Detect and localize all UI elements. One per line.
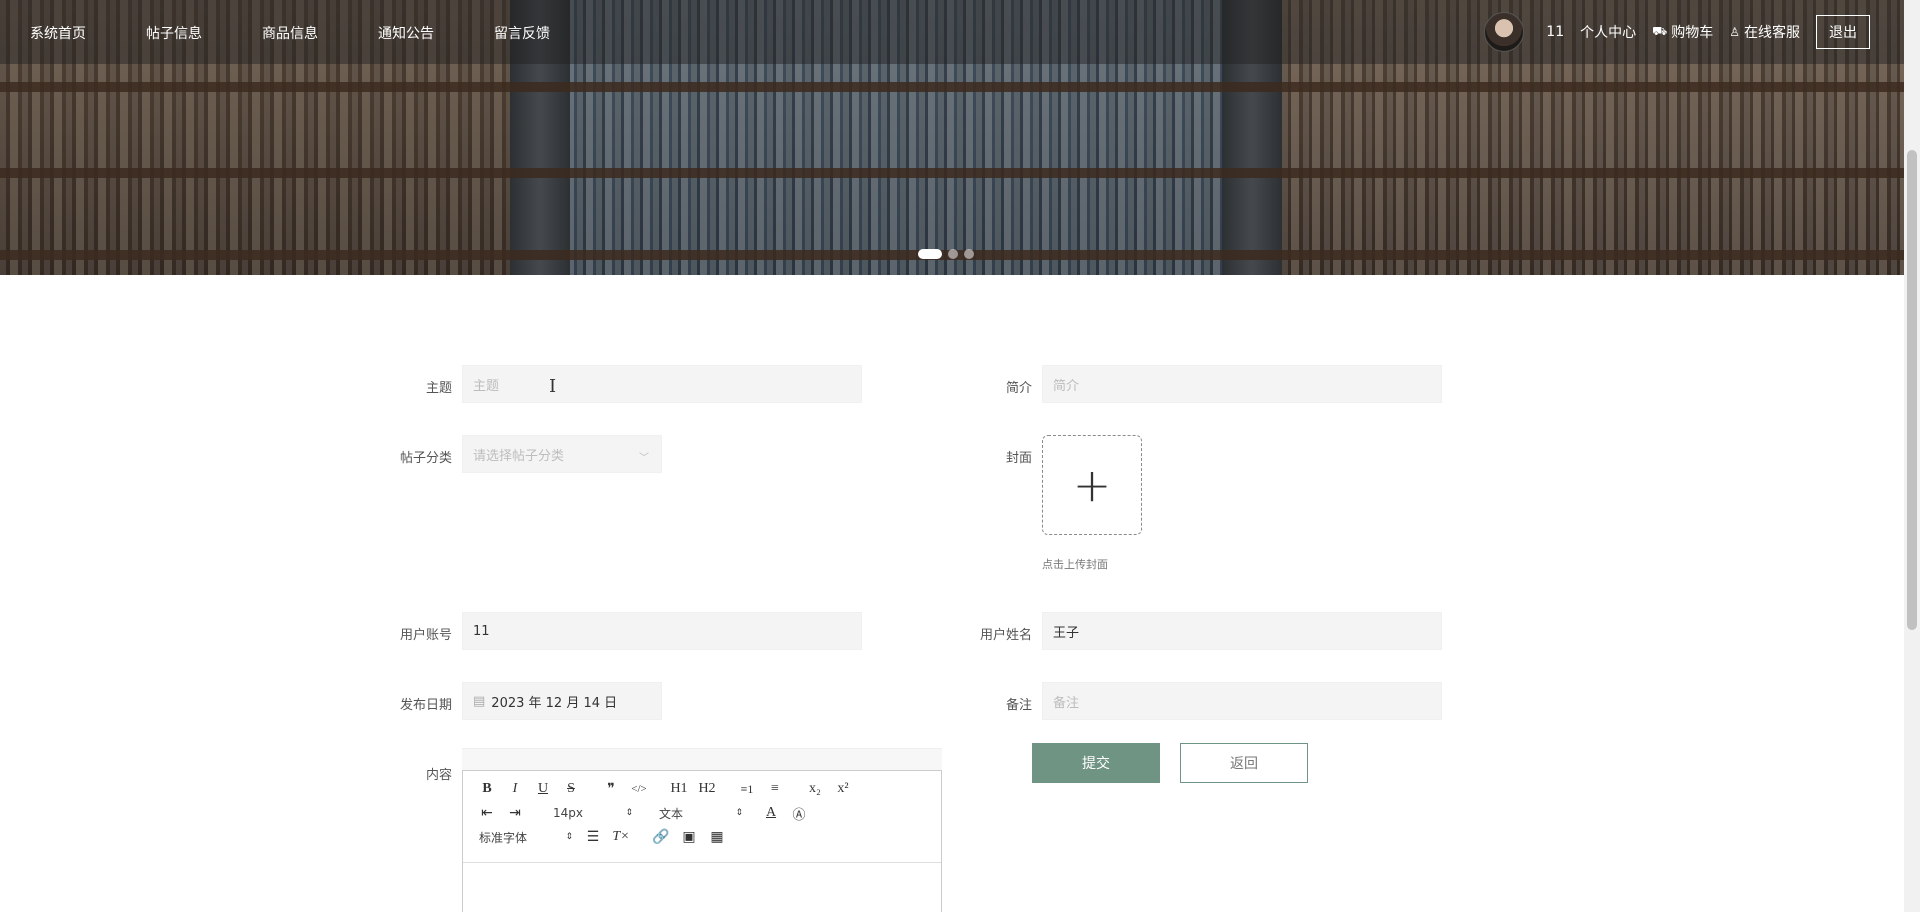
truck-icon: ⛟ [1652,24,1668,38]
remark-input[interactable]: 备注 [1042,682,1442,720]
account-value: 11 [473,623,490,639]
category-placeholder: 请选择帖子分类 [473,448,565,464]
video-icon[interactable]: ▦ [703,826,731,848]
rich-text-editor: B I U S ❞ </> H1 H2 ≡1 ≡ x₂ x² ⇤ ⇥ 14px … [462,770,942,912]
category-select[interactable]: 请选择帖子分类 ﹀ [462,435,662,473]
calendar-icon: ▤ [473,693,486,709]
italic-icon[interactable]: I [501,778,529,800]
page-scrollbar[interactable] [1904,0,1920,912]
heading1-icon[interactable]: H1 [665,778,693,800]
strike-icon[interactable]: S [557,778,585,800]
intro-placeholder: 简介 [1053,378,1080,394]
nav-item-products[interactable]: 商品信息 [262,23,318,43]
title-placeholder: 主题 [473,378,500,394]
title-input[interactable]: 主题 [462,365,862,403]
cover-label: 封面 [1005,451,1032,466]
underline-icon[interactable]: U [529,778,557,800]
link-icon[interactable]: 🔗 [647,826,675,848]
account-input[interactable]: 11 [462,612,862,650]
background-color-icon[interactable]: Ⓐ [785,802,813,824]
block-type-select[interactable]: 文本 ⇕ [639,802,749,824]
outdent-icon[interactable]: ⇤ [473,802,501,824]
bullet-list-icon[interactable]: ≡ [761,778,789,800]
top-navigation: 系统首页 帖子信息 商品信息 通知公告 留言反馈 11 个人中心 ⛟ 购物车 ♙… [0,0,1904,64]
cart-label: 购物车 [1671,25,1714,41]
updown-icon: ⇕ [625,808,633,818]
username-label: 用户姓名 [979,628,1032,643]
ordered-list-icon[interactable]: ≡1 [733,778,761,800]
updown-icon: ⇕ [735,808,743,818]
toolbar-row: 标准字体 ⇕ ☰ T× 🔗 ▣ ▦ [473,825,931,849]
font-family-select[interactable]: 标准字体 ⇕ [473,826,579,848]
editor-content-area[interactable] [463,863,941,912]
toolbar-row: ⇤ ⇥ 14px ⇕ 文本 ⇕ A Ⓐ [473,801,931,825]
submit-button[interactable]: 提交 [1032,743,1160,783]
font-size-value: 14px [553,806,583,820]
remark-placeholder: 备注 [1053,695,1080,711]
back-button[interactable]: 返回 [1180,743,1308,783]
align-icon[interactable]: ☰ [579,826,607,848]
shelf-line [0,82,1904,92]
block-type-value: 文本 [659,806,684,821]
intro-input[interactable]: 简介 [1042,365,1442,403]
user-icon: ♙ [1729,25,1740,39]
account-label: 用户账号 [399,628,452,643]
avatar[interactable] [1484,12,1525,52]
carousel-dot[interactable] [964,249,974,259]
shelf-line [0,168,1904,178]
font-size-select[interactable]: 14px ⇕ [529,802,639,824]
heading2-icon[interactable]: H2 [693,778,721,800]
editor-toolbar: B I U S ❞ </> H1 H2 ≡1 ≡ x₂ x² ⇤ ⇥ 14px … [463,771,941,863]
customer-service-label: 在线客服 [1744,25,1800,41]
code-block-icon[interactable]: </> [625,778,653,800]
cover-upload[interactable]: + [1042,435,1142,535]
date-picker[interactable]: ▤ 2023 年 12 月 14 日 [462,682,662,720]
remark-label: 备注 [1005,698,1032,713]
blockquote-icon[interactable]: ❞ [597,778,625,800]
image-icon[interactable]: ▣ [675,826,703,848]
toolbar-row: B I U S ❞ </> H1 H2 ≡1 ≡ x₂ x² [473,777,931,801]
title-label: 主题 [425,381,452,396]
user-name: 11 [1546,24,1565,40]
date-value: 2023 年 12 月 14 日 [491,695,618,711]
editor-top-strip [462,748,942,770]
content-label: 内容 [425,768,452,783]
personal-center-link[interactable]: 个人中心 [1580,22,1636,42]
cart-link[interactable]: ⛟ 购物车 [1652,22,1713,42]
page: 系统首页 帖子信息 商品信息 通知公告 留言反馈 11 个人中心 ⛟ 购物车 ♙… [0,0,1920,912]
username-value: 王子 [1053,625,1080,641]
chevron-down-icon: ﹀ [639,453,649,464]
superscript-icon[interactable]: x² [829,778,857,800]
indent-icon[interactable]: ⇥ [501,802,529,824]
category-label: 帖子分类 [399,451,452,466]
personal-center-label: 个人中心 [1580,25,1637,41]
customer-service-link[interactable]: ♙ 在线客服 [1729,22,1800,42]
username-input[interactable]: 王子 [1042,612,1442,650]
plus-icon: + [1072,458,1112,512]
carousel-dot[interactable] [948,249,958,259]
subscript-icon[interactable]: x₂ [801,778,829,800]
carousel-dot[interactable] [918,249,942,259]
intro-label: 简介 [1005,381,1032,396]
carousel-indicators [918,249,974,259]
bold-icon[interactable]: B [473,778,501,800]
nav-item-posts[interactable]: 帖子信息 [146,23,202,43]
clear-format-icon[interactable]: T× [607,826,635,848]
scrollbar-thumb[interactable] [1907,150,1917,630]
text-cursor-icon: I [549,376,557,397]
updown-icon: ⇕ [565,832,573,842]
font-family-value: 标准字体 [479,830,528,845]
cover-hint: 点击上传封面 [1042,558,1108,571]
font-color-icon[interactable]: A [757,802,785,824]
date-label: 发布日期 [399,698,452,713]
user-area: 11 个人中心 ⛟ 购物车 ♙ 在线客服 退出 [1484,12,1870,52]
nav-item-home[interactable]: 系统首页 [30,23,86,43]
nav-item-notices[interactable]: 通知公告 [378,23,434,43]
logout-button[interactable]: 退出 [1816,15,1870,49]
nav-item-feedback[interactable]: 留言反馈 [494,23,550,43]
